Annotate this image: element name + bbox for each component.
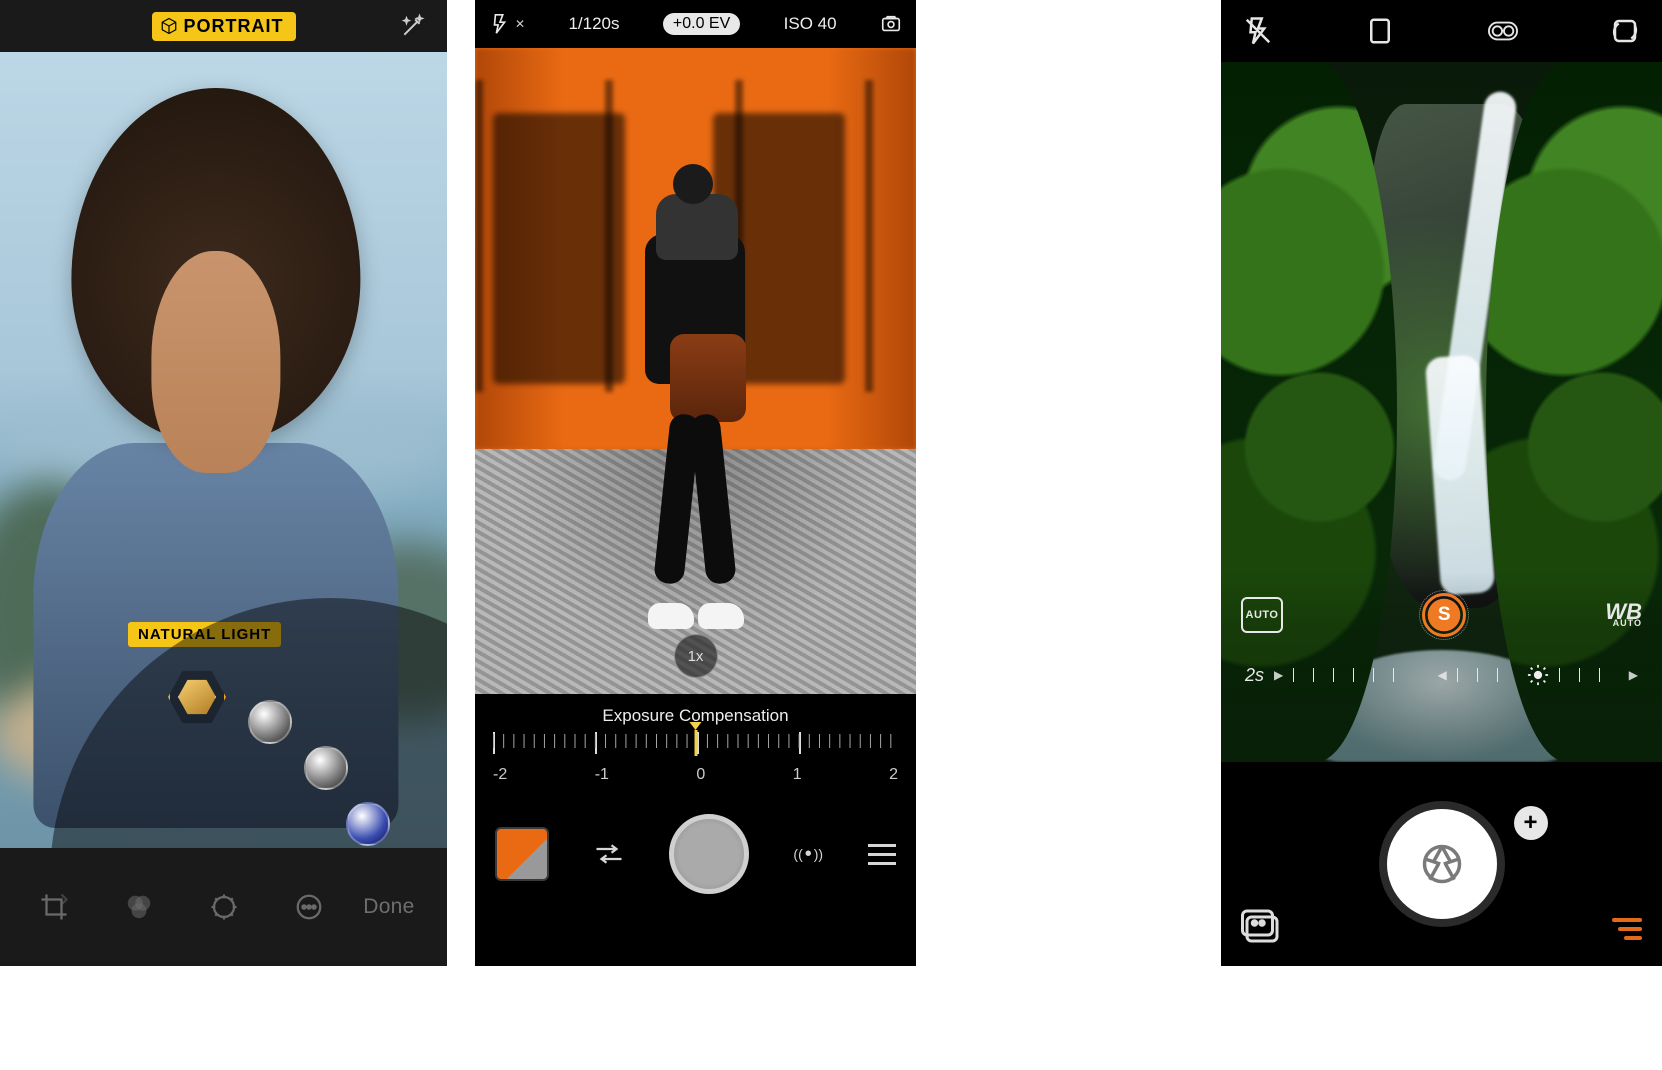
ev-tick: 1: [793, 766, 802, 784]
white-balance-chip[interactable]: WB AUTO: [1605, 603, 1642, 628]
pro-shutter-button[interactable]: [1387, 809, 1497, 919]
af-mode-label: AUTO: [1246, 609, 1279, 621]
format-button[interactable]: [1361, 12, 1399, 50]
camera-top-bar: ✕ 1/120s +0.0 EV ISO 40: [475, 0, 916, 48]
orientation-button[interactable]: [1606, 12, 1644, 50]
flash-off-icon: [489, 13, 511, 35]
portrait-mode-badge: PORTRAIT: [152, 12, 296, 41]
ev-slider[interactable]: -2 -1 0 1 2: [475, 732, 916, 790]
chevron-right-icon: ▶: [1274, 668, 1283, 682]
editor-bottom-toolbar: Done: [0, 848, 447, 966]
pro-top-bar: [1221, 0, 1662, 62]
flash-off-icon: [1243, 16, 1273, 46]
panel-manual-camera: ✕ 1/120s +0.0 EV ISO 40 1x Exposure Comp…: [475, 0, 916, 966]
gallery-roll-icon: [1241, 908, 1283, 944]
dual-lens-icon: [1488, 16, 1518, 46]
exposure-time-slider[interactable]: 2s ▶: [1245, 664, 1413, 686]
zoom-level-button[interactable]: 1x: [674, 634, 718, 678]
adjust-button[interactable]: [194, 883, 254, 931]
switch-camera-button[interactable]: [880, 13, 902, 35]
ev-slider-marker[interactable]: [694, 730, 697, 756]
shutter-speed-readout[interactable]: 1/120s: [568, 14, 619, 34]
camera-viewfinder[interactable]: 1x: [475, 48, 916, 694]
filters-button[interactable]: [109, 883, 169, 931]
panel-portrait-editor: PORTRAIT NATURAL LIGHT: [0, 0, 447, 966]
pro-overlay-controls: AUTO S WB AUTO 2s ▶ ◀: [1221, 572, 1662, 762]
af-mode-chip[interactable]: AUTO: [1241, 597, 1283, 633]
ev-tick: 2: [889, 766, 898, 784]
dual-lens-button[interactable]: [1484, 12, 1522, 50]
format-icon: [1365, 16, 1395, 46]
photo-viewport[interactable]: NATURAL LIGHT: [0, 52, 447, 848]
pro-viewfinder[interactable]: AUTO S WB AUTO 2s ▶ ◀: [1221, 62, 1662, 762]
lighting-option-4[interactable]: [346, 802, 390, 846]
ev-slider-section: Exposure Compensation -2 -1 0 1 2: [475, 694, 916, 790]
shutter-priority-label: S: [1438, 604, 1451, 626]
crop-icon: [39, 892, 69, 922]
panel-pro-camera: AUTO S WB AUTO 2s ▶ ◀: [1221, 0, 1662, 966]
viewfinder-subject: [626, 164, 766, 629]
magic-wand-icon: [400, 13, 426, 39]
done-button[interactable]: Done: [363, 895, 422, 919]
shutter-priority-chip[interactable]: S: [1422, 593, 1466, 637]
orientation-icon: [1610, 16, 1640, 46]
cube-icon: [160, 17, 178, 35]
brightness-slider[interactable]: ◀ ▶: [1438, 664, 1638, 686]
gallery-thumbnail[interactable]: [495, 827, 549, 881]
iso-readout[interactable]: ISO 40: [784, 14, 837, 34]
ev-readout[interactable]: +0.0 EV: [663, 13, 740, 35]
add-button[interactable]: +: [1514, 806, 1548, 840]
editor-top-bar: PORTRAIT: [0, 0, 447, 52]
live-broadcast-button[interactable]: ((•)): [786, 832, 830, 876]
adjust-dial-icon: [209, 892, 239, 922]
plus-label: +: [1523, 809, 1537, 837]
pro-bottom-bar: +: [1221, 762, 1662, 966]
camera-bottom-bar: ((•)): [475, 790, 916, 918]
brightness-icon: [1527, 664, 1549, 686]
flash-toggle[interactable]: ✕: [489, 13, 525, 35]
filter-menu-button[interactable]: [1612, 918, 1642, 940]
lighting-option-3[interactable]: [304, 746, 348, 790]
more-icon: [294, 892, 324, 922]
portrait-mode-label: PORTRAIT: [184, 16, 284, 37]
chevron-left-icon: ◀: [1438, 668, 1447, 682]
transfer-arrows-icon: [594, 842, 624, 866]
ev-tick: -1: [595, 766, 609, 784]
shutter-button[interactable]: [669, 814, 749, 894]
ev-tick: -2: [493, 766, 507, 784]
auto-enhance-button[interactable]: [397, 10, 429, 42]
filters-icon: [124, 892, 154, 922]
chevron-right-icon: ▶: [1629, 668, 1638, 682]
ev-tick: 0: [696, 766, 705, 784]
more-button[interactable]: [279, 883, 339, 931]
switch-camera-icon: [880, 13, 902, 35]
transfer-button[interactable]: [587, 832, 631, 876]
lighting-option-2[interactable]: [248, 700, 292, 744]
gallery-roll-button[interactable]: [1241, 908, 1283, 944]
zoom-label: 1x: [688, 648, 704, 665]
aperture-icon: [1417, 839, 1467, 889]
crop-button[interactable]: [24, 883, 84, 931]
menu-button[interactable]: [868, 844, 896, 865]
live-broadcast-icon: •: [805, 843, 812, 866]
flash-button[interactable]: [1239, 12, 1277, 50]
exposure-time-label: 2s: [1245, 665, 1264, 686]
